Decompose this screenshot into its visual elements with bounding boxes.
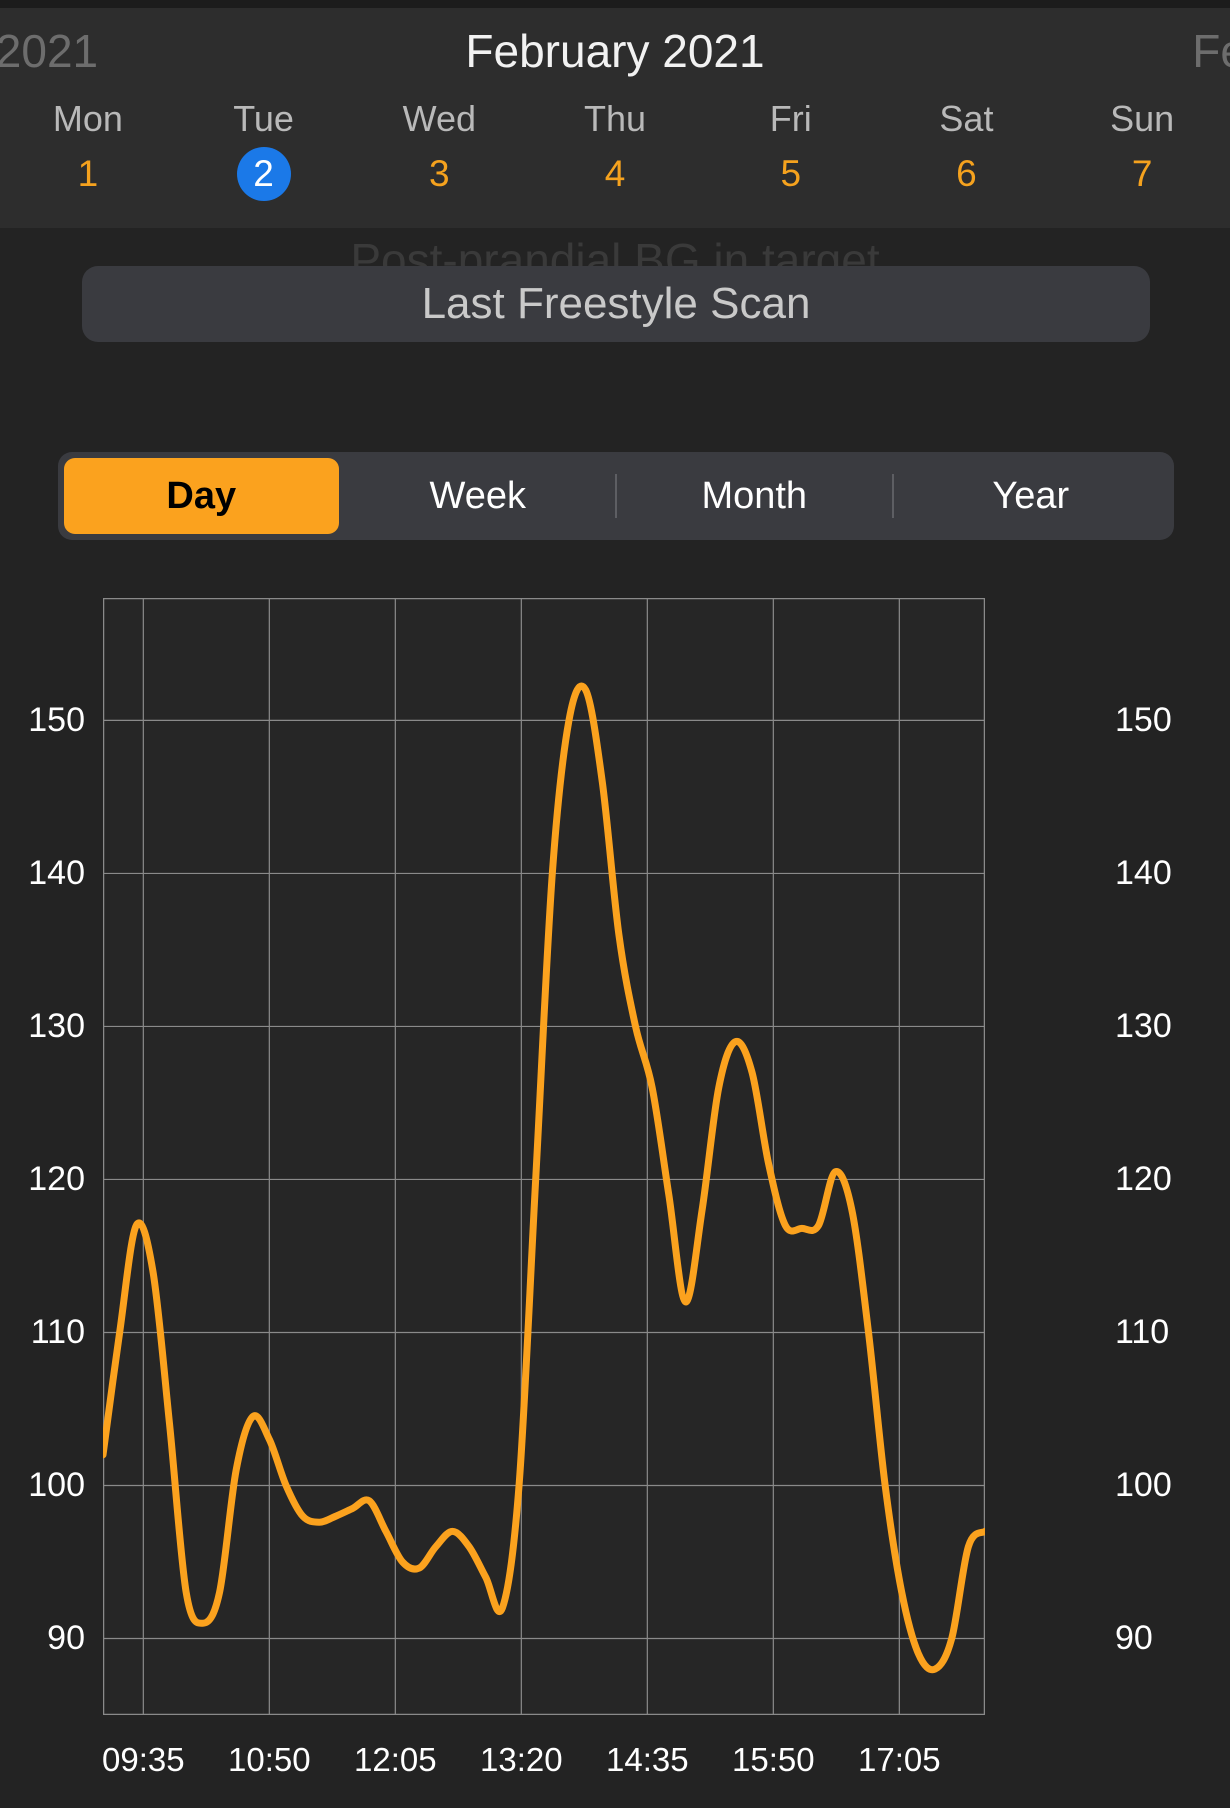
day-number-fri[interactable]: 5 xyxy=(764,147,818,201)
day-number-wrap-mon: 1 xyxy=(0,144,176,204)
day-number-wed[interactable]: 3 xyxy=(412,147,466,201)
x-axis-tick-1205: 12:05 xyxy=(354,1743,437,1776)
day-cell-tue[interactable]: Tue 2 xyxy=(176,96,352,204)
day-number-wrap-fri: 5 xyxy=(703,144,879,204)
y-axis-tick-right-140: 140 xyxy=(1115,856,1172,890)
hero-banner: Post-prandial BG in target Last Freestyl… xyxy=(0,228,1230,398)
day-number-wrap-wed: 3 xyxy=(351,144,527,204)
month-label-current: February 2021 xyxy=(0,18,1230,84)
chart-svg xyxy=(103,598,985,1715)
day-name-thu: Thu xyxy=(527,96,703,142)
x-axis-tick-1705: 17:05 xyxy=(858,1743,941,1776)
x-axis-tick-1435: 14:35 xyxy=(606,1743,689,1776)
day-cell-wed[interactable]: Wed 3 xyxy=(351,96,527,204)
y-axis-tick-right-130: 130 xyxy=(1115,1009,1172,1043)
day-cell-thu[interactable]: Thu 4 xyxy=(527,96,703,204)
y-axis-tick-left-150: 150 xyxy=(28,703,85,737)
y-axis-tick-left-140: 140 xyxy=(28,856,85,890)
day-name-mon: Mon xyxy=(0,96,176,142)
tab-day-label: Day xyxy=(166,475,236,518)
day-number-wrap-sun: 7 xyxy=(1054,144,1230,204)
tab-year[interactable]: Year xyxy=(894,458,1169,534)
day-cell-mon[interactable]: Mon 1 xyxy=(0,96,176,204)
day-number-mon[interactable]: 1 xyxy=(61,147,115,201)
x-axis-tick-1050: 10:50 xyxy=(228,1743,311,1776)
tab-year-label: Year xyxy=(992,475,1069,518)
x-axis-tick-1320: 13:20 xyxy=(480,1743,563,1776)
day-number-wrap-tue: 2 xyxy=(176,144,352,204)
day-name-sun: Sun xyxy=(1054,96,1230,142)
y-axis-tick-right-90: 90 xyxy=(1115,1621,1153,1655)
tab-day[interactable]: Day xyxy=(64,458,339,534)
day-name-fri: Fri xyxy=(703,96,879,142)
y-axis-tick-right-110: 110 xyxy=(1115,1315,1169,1349)
day-number-wrap-thu: 4 xyxy=(527,144,703,204)
day-cell-sun[interactable]: Sun 7 xyxy=(1054,96,1230,204)
last-freestyle-scan-pill[interactable]: Last Freestyle Scan xyxy=(82,266,1150,342)
day-number-sat[interactable]: 6 xyxy=(939,147,993,201)
calendar-header-bar: y 2021 February 2021 Februa Mon 1 Tue 2 … xyxy=(0,0,1230,228)
day-cell-sat[interactable]: Sat 6 xyxy=(879,96,1055,204)
y-axis-tick-right-150: 150 xyxy=(1115,703,1172,737)
chart-plot-area[interactable] xyxy=(103,598,985,1715)
month-carousel[interactable]: y 2021 February 2021 Februa xyxy=(0,18,1230,84)
x-axis-tick-0935: 09:35 xyxy=(102,1743,185,1776)
y-axis-tick-left-130: 130 xyxy=(28,1009,85,1043)
day-number-thu[interactable]: 4 xyxy=(588,147,642,201)
y-axis-tick-left-90: 90 xyxy=(47,1621,85,1655)
day-number-wrap-sat: 6 xyxy=(879,144,1055,204)
y-axis-tick-right-120: 120 xyxy=(1115,1162,1172,1196)
y-axis-tick-left-120: 120 xyxy=(28,1162,85,1196)
last-freestyle-scan-label: Last Freestyle Scan xyxy=(422,266,811,342)
x-axis-tick-1550: 15:50 xyxy=(732,1743,815,1776)
tab-month[interactable]: Month xyxy=(617,458,892,534)
day-selector-row[interactable]: Mon 1 Tue 2 Wed 3 Thu 4 Fri 5 xyxy=(0,96,1230,204)
day-number-sun[interactable]: 7 xyxy=(1115,147,1169,201)
day-number-tue[interactable]: 2 xyxy=(237,147,291,201)
day-name-tue: Tue xyxy=(176,96,352,142)
tab-month-label: Month xyxy=(701,475,807,518)
status-bar-strip xyxy=(0,0,1230,8)
range-segmented-control[interactable]: Day Week Month Year xyxy=(58,452,1174,540)
y-axis-tick-left-100: 100 xyxy=(28,1468,85,1502)
y-axis-tick-left-110: 110 xyxy=(31,1315,85,1349)
tab-week[interactable]: Week xyxy=(341,458,616,534)
y-axis-tick-right-100: 100 xyxy=(1115,1468,1172,1502)
month-label-next[interactable]: Februa xyxy=(1192,18,1230,84)
day-name-wed: Wed xyxy=(351,96,527,142)
glucose-chart[interactable]: 150 140 130 120 110 100 90 150 140 130 120 110 100 9… xyxy=(0,580,1230,1808)
plot-background xyxy=(103,598,985,1715)
day-cell-fri[interactable]: Fri 5 xyxy=(703,96,879,204)
day-name-sat: Sat xyxy=(879,96,1055,142)
tab-week-label: Week xyxy=(430,475,526,518)
